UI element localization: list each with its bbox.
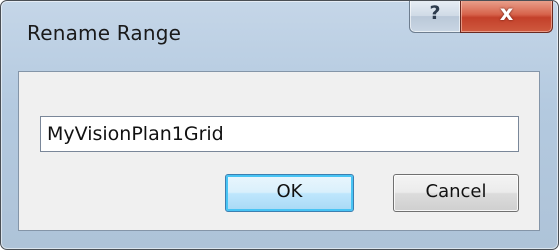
dialog-title: Rename Range <box>27 21 182 45</box>
close-button[interactable]: x <box>460 1 553 33</box>
range-name-input[interactable] <box>40 116 519 152</box>
title-bar[interactable]: Rename Range ? x <box>1 1 558 71</box>
help-icon: ? <box>429 2 441 24</box>
rename-range-dialog: Rename Range ? x OK Cancel <box>0 0 559 250</box>
cancel-button[interactable]: Cancel <box>393 174 519 212</box>
close-icon: x <box>499 1 514 25</box>
ok-button[interactable]: OK <box>225 174 354 212</box>
dialog-body: OK Cancel <box>18 71 540 231</box>
help-button[interactable]: ? <box>409 1 461 33</box>
